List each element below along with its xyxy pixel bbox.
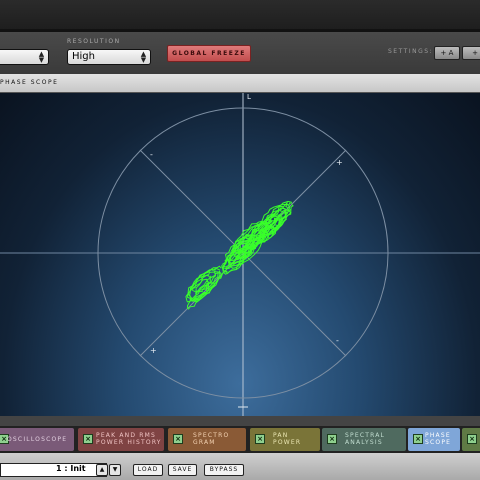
quadrant-label-top-right: +: [336, 158, 343, 167]
mode-select[interactable]: ▲ ▼: [0, 49, 49, 65]
load-button[interactable]: LOAD: [133, 464, 163, 476]
check-icon[interactable]: ×: [467, 434, 477, 444]
tab-label-line1: PAN: [273, 432, 289, 439]
quadrant-label-bottom-left: +: [150, 346, 157, 355]
tab-label-line2: ANALYSIS: [345, 439, 383, 446]
tab-label: PEAK AND RMS POWER HISTORY: [96, 432, 162, 446]
check-icon[interactable]: ×: [255, 434, 265, 444]
tab-spectrogram[interactable]: × SPECTRO GRAM: [168, 428, 246, 451]
tab-label: SPECTRAL ANALYSIS: [345, 432, 385, 446]
check-icon[interactable]: ×: [327, 434, 337, 444]
tab-label: PHASE SCOPE: [425, 432, 451, 446]
phase-scope-display: L - + + -: [0, 93, 480, 416]
tab-phase-scope[interactable]: × PHASE SCOPE: [408, 428, 460, 451]
settings-button-a-label: A: [448, 49, 454, 57]
axis-top-label: L: [247, 93, 251, 101]
settings-label: SETTINGS:: [388, 48, 434, 55]
tab-label: OSCILLOSCOPE: [7, 436, 68, 443]
select-arrows-icon: ▲ ▼: [140, 50, 147, 64]
top-strip: [0, 0, 480, 30]
global-freeze-button[interactable]: GLOBAL FREEZE: [167, 45, 251, 62]
phase-trace: [185, 200, 294, 310]
tab-label: PAN POWER: [273, 432, 301, 446]
tab-label: SPECTRO GRAM: [193, 432, 229, 446]
plus-icon: +: [472, 49, 478, 57]
preset-down-button[interactable]: ▼: [109, 464, 121, 476]
preset-up-button[interactable]: ▲: [96, 464, 108, 476]
preset-value: 1 : Init: [56, 464, 86, 473]
resolution-label: RESOLUTION: [67, 38, 121, 45]
select-arrows-icon: ▲ ▼: [38, 50, 45, 64]
check-icon[interactable]: ×: [413, 434, 423, 444]
phase-scope-svg: L - + + -: [0, 93, 480, 416]
tab-oscilloscope[interactable]: × OSCILLOSCOPE: [0, 428, 74, 451]
preset-field[interactable]: [0, 463, 107, 477]
tab-label-line2: GRAM: [193, 439, 216, 446]
panel-header: [0, 74, 480, 93]
arrow-down-icon: ▼: [112, 466, 118, 473]
quadrant-label-bottom-right: -: [336, 336, 339, 345]
tab-label-line2: POWER HISTORY: [96, 439, 162, 446]
quadrant-label-top-left: -: [150, 150, 153, 159]
settings-button-a[interactable]: + A: [434, 46, 460, 60]
settings-button-b[interactable]: +: [462, 46, 480, 60]
tab-label-line1: SPECTRO: [193, 432, 230, 439]
resolution-value: High: [72, 51, 95, 62]
resolution-select[interactable]: High ▲ ▼: [67, 49, 151, 65]
tab-label-line1: PEAK AND RMS: [96, 432, 157, 439]
tab-label-line1: SPECTRAL: [345, 432, 386, 439]
check-icon[interactable]: ×: [83, 434, 93, 444]
arrow-up-icon: ▲: [99, 466, 105, 473]
bypass-button[interactable]: BYPASS: [204, 464, 244, 476]
tab-label-line2: SCOPE: [425, 439, 452, 446]
tab-pan-power[interactable]: × PAN POWER: [250, 428, 320, 451]
tab-peak-rms[interactable]: × PEAK AND RMS POWER HISTORY: [78, 428, 164, 451]
plus-icon: +: [440, 49, 447, 57]
tab-label-line1: PHASE: [425, 432, 451, 439]
tab-partial[interactable]: ×: [462, 428, 480, 451]
check-icon[interactable]: ×: [173, 434, 183, 444]
tab-spectral-analysis[interactable]: × SPECTRAL ANALYSIS: [322, 428, 406, 451]
panel-title: PHASE SCOPE: [0, 79, 59, 86]
save-button[interactable]: SAVE: [168, 464, 197, 476]
tab-label-line2: POWER: [273, 439, 302, 446]
